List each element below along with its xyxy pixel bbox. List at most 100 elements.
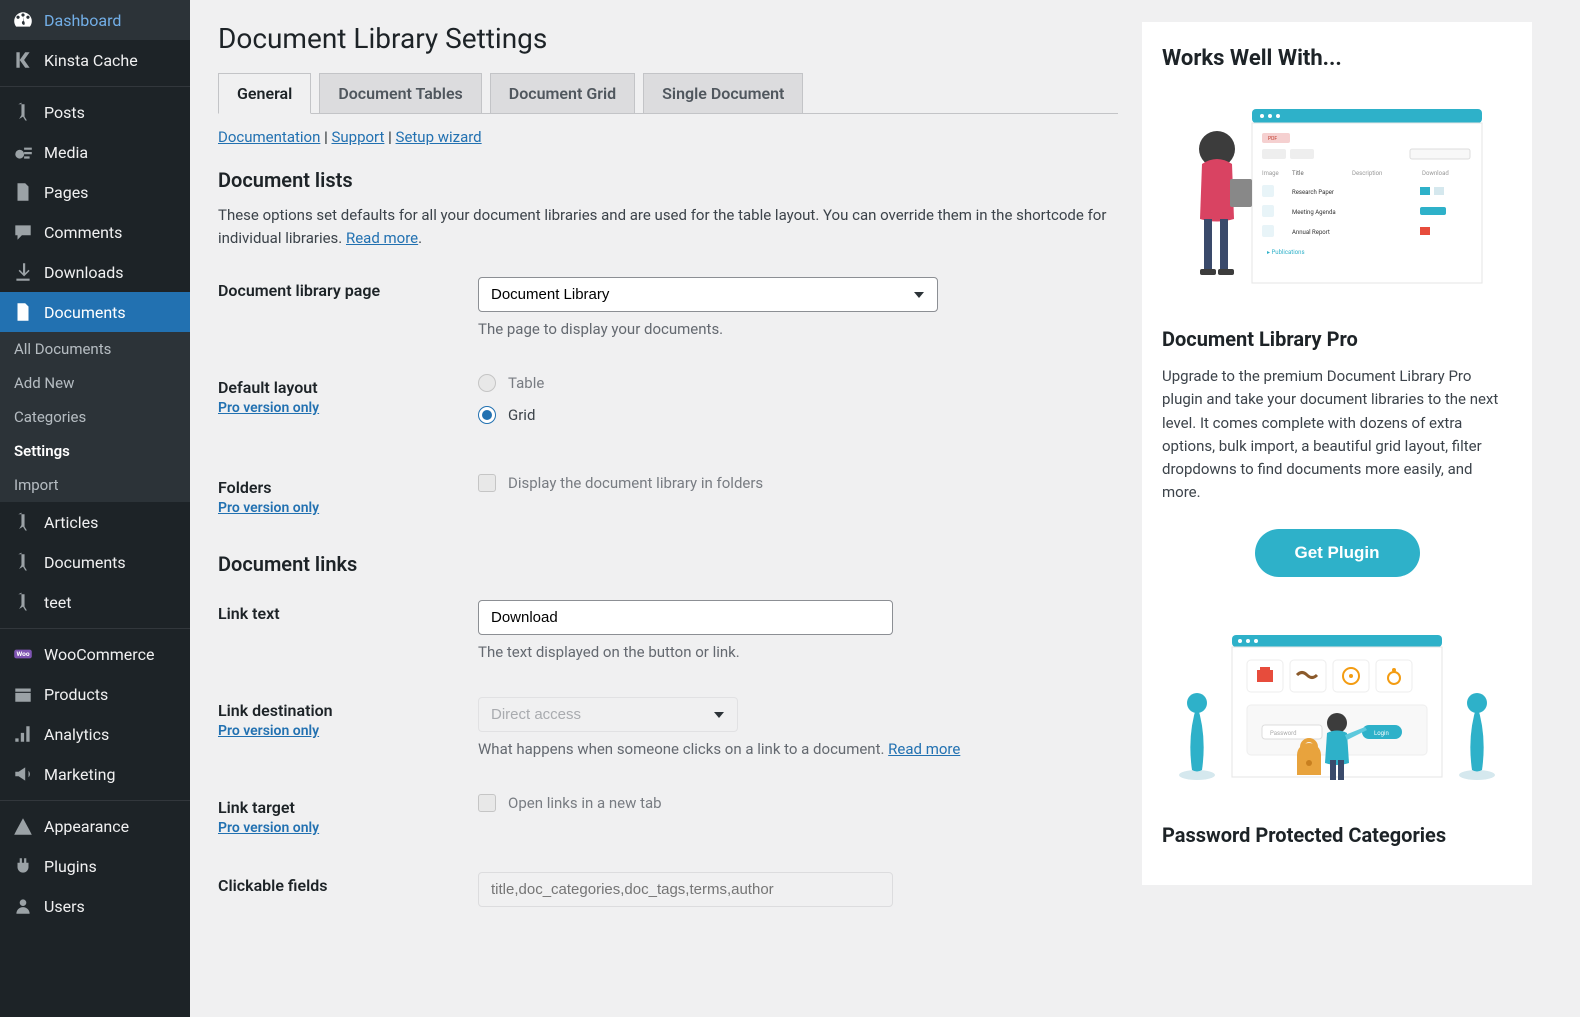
sidebar-item-teet[interactable]: teet — [0, 582, 190, 622]
sidebar-item-appearance[interactable]: Appearance — [0, 806, 190, 846]
link-target-checkbox-row: Open links in a new tab — [478, 794, 1118, 812]
label: Link target — [218, 798, 478, 817]
read-more-link[interactable]: Read more — [888, 740, 960, 758]
svg-text:Meeting Agenda: Meeting Agenda — [1292, 209, 1336, 216]
field-link-target: Link target Pro version only Open links … — [218, 794, 1118, 836]
sidebar-item-pages[interactable]: Pages — [0, 172, 190, 212]
label: Products — [44, 685, 108, 704]
page-title: Document Library Settings — [218, 22, 1118, 55]
pro-version-link[interactable]: Pro version only — [218, 723, 319, 739]
sidebar-item-posts[interactable]: Posts — [0, 92, 190, 132]
sidebar-item-marketing[interactable]: Marketing — [0, 754, 190, 794]
sidebar-item-articles[interactable]: Articles — [0, 502, 190, 542]
sidebar-item-documents-active[interactable]: Documents — [0, 292, 190, 332]
checkbox — [478, 474, 496, 492]
kinsta-icon — [12, 49, 34, 71]
comments-icon — [12, 221, 34, 243]
field-library-page: Document library page Document Library T… — [218, 277, 1118, 338]
sidebar-item-downloads[interactable]: Downloads — [0, 252, 190, 292]
svg-text:Download: Download — [1422, 170, 1449, 177]
submenu-categories[interactable]: Categories — [0, 400, 190, 434]
field-default-layout: Default layout Pro version only Table Gr… — [218, 374, 1118, 438]
submenu-import[interactable]: Import — [0, 468, 190, 502]
svg-text:PDF: PDF — [1268, 136, 1277, 142]
library-page-select[interactable]: Document Library — [478, 277, 938, 312]
sidebar-item-products[interactable]: Products — [0, 674, 190, 714]
label: Dashboard — [44, 11, 121, 30]
radio-input — [478, 406, 496, 424]
radio-label: Grid — [508, 406, 535, 424]
label: Documents — [44, 303, 126, 322]
sidebar-item-documents2[interactable]: Documents — [0, 542, 190, 582]
label: Documents — [44, 553, 126, 572]
pin-icon — [12, 551, 34, 573]
marketing-icon — [12, 763, 34, 785]
tab-document-grid[interactable]: Document Grid — [490, 73, 635, 113]
setup-wizard-link[interactable]: Setup wizard — [396, 128, 482, 146]
radio-input — [478, 374, 496, 392]
promo-heading: Works Well With... — [1162, 46, 1512, 71]
woo-icon: Woo — [12, 643, 34, 665]
help-text: What happens when someone clicks on a li… — [478, 740, 1118, 758]
read-more-link[interactable]: Read more — [346, 229, 418, 247]
sidebar-item-plugins[interactable]: Plugins — [0, 846, 190, 886]
pro-version-link[interactable]: Pro version only — [218, 820, 319, 836]
svg-text:Image: Image — [1262, 170, 1279, 177]
settings-content: Document Library Settings General Docume… — [218, 22, 1118, 995]
svg-text:▸ Publications: ▸ Publications — [1267, 249, 1305, 256]
checkbox-label: Display the document library in folders — [508, 474, 763, 492]
sidebar-item-woocommerce[interactable]: Woo WooCommerce — [0, 634, 190, 674]
folders-checkbox-row: Display the document library in folders — [478, 474, 1118, 492]
get-plugin-button[interactable]: Get Plugin — [1255, 529, 1420, 577]
checkbox — [478, 794, 496, 812]
pro-version-link[interactable]: Pro version only — [218, 500, 319, 516]
label: WooCommerce — [44, 645, 154, 664]
sidebar-item-media[interactable]: Media — [0, 132, 190, 172]
help-text: The text displayed on the button or link… — [478, 643, 1118, 661]
sidebar-item-dashboard[interactable]: Dashboard — [0, 0, 190, 40]
sidebar-item-analytics[interactable]: Analytics — [0, 714, 190, 754]
download-icon — [12, 261, 34, 283]
media-icon — [12, 141, 34, 163]
help-text: The page to display your documents. — [478, 320, 1118, 338]
tab-document-tables[interactable]: Document Tables — [319, 73, 481, 113]
submenu-settings[interactable]: Settings — [0, 434, 190, 468]
svg-text:Login: Login — [1374, 730, 1389, 737]
pages-icon — [12, 181, 34, 203]
sidebar-item-kinsta[interactable]: Kinsta Cache — [0, 40, 190, 80]
label: Default layout — [218, 378, 478, 397]
svg-text:Password: Password — [1270, 730, 1297, 737]
radio-grid: Grid — [478, 406, 1118, 424]
field-link-destination: Link destination Pro version only Direct… — [218, 697, 1118, 758]
products-icon — [12, 683, 34, 705]
label: Appearance — [44, 817, 129, 836]
field-folders: Folders Pro version only Display the doc… — [218, 474, 1118, 516]
users-icon — [12, 895, 34, 917]
dashboard-icon — [12, 9, 34, 31]
pro-version-link[interactable]: Pro version only — [218, 400, 319, 416]
promo-title-1: Document Library Pro — [1162, 327, 1512, 351]
appearance-icon — [12, 815, 34, 837]
label: Folders — [218, 478, 478, 497]
svg-text:Title: Title — [1292, 170, 1304, 177]
radio-table: Table — [478, 374, 1118, 392]
label: Downloads — [44, 263, 123, 282]
documentation-link[interactable]: Documentation — [218, 128, 320, 146]
promo-card: Works Well With... PDF ImageTitleDescrip… — [1142, 22, 1532, 885]
promo-title-2: Password Protected Categories — [1162, 823, 1512, 847]
promo-image-1: PDF ImageTitleDescriptionDownload Resear… — [1162, 89, 1512, 309]
sidebar-item-comments[interactable]: Comments — [0, 212, 190, 252]
submenu-all-documents[interactable]: All Documents — [0, 332, 190, 366]
pin-icon — [12, 101, 34, 123]
section-heading-lists: Document lists — [218, 168, 1118, 192]
link-text-input[interactable] — [478, 600, 893, 635]
support-link[interactable]: Support — [331, 128, 384, 146]
promo-image-2: Password Login — [1162, 605, 1512, 805]
tab-general[interactable]: General — [218, 73, 311, 114]
submenu-add-new[interactable]: Add New — [0, 366, 190, 400]
label: Users — [44, 897, 85, 916]
section-heading-links: Document links — [218, 552, 1118, 576]
label: Marketing — [44, 765, 115, 784]
sidebar-item-users[interactable]: Users — [0, 886, 190, 926]
tab-single-document[interactable]: Single Document — [643, 73, 803, 113]
